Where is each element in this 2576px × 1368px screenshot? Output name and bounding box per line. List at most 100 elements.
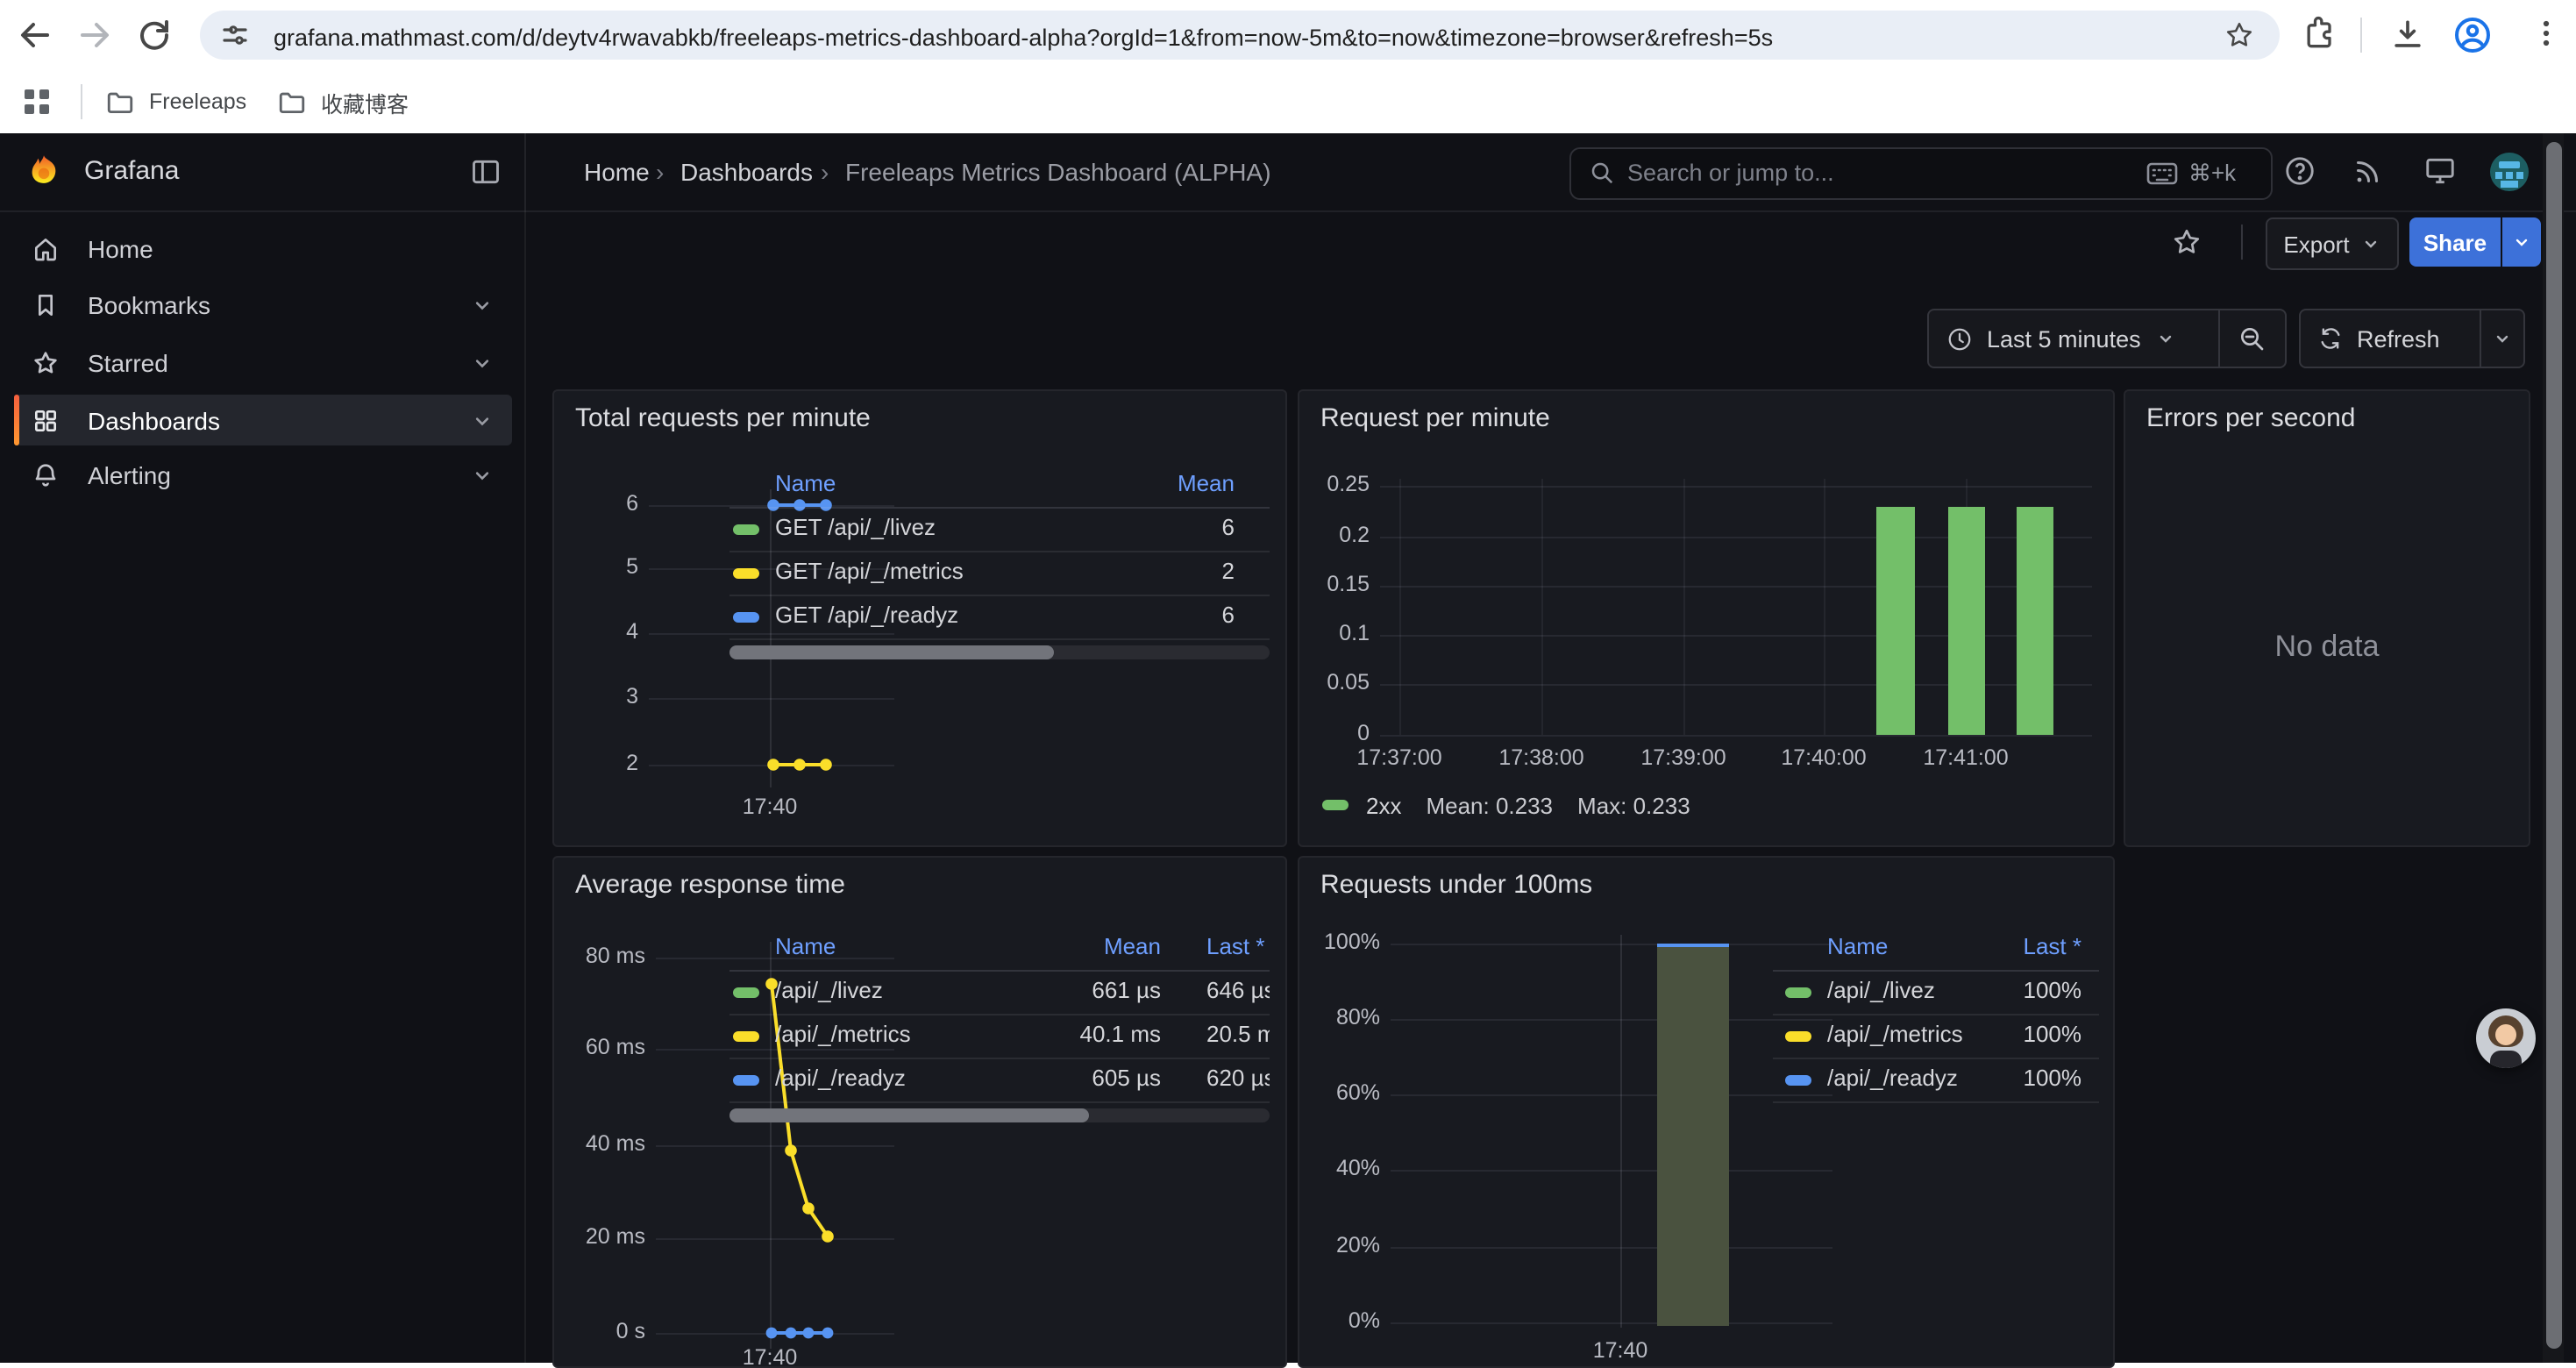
refresh-interval-button[interactable]	[2481, 310, 2523, 367]
sidebar-item-home[interactable]: Home	[14, 228, 512, 270]
legend-row[interactable]: /api/_/readyz 100%	[1773, 1058, 2099, 1103]
refresh-button[interactable]: Refresh	[2301, 325, 2480, 352]
search-input[interactable]: Search or jump to... ⌘+k	[1569, 147, 2273, 200]
favorite-star-icon[interactable]	[2171, 226, 2202, 258]
legend-row[interactable]: GET /api/_/metrics 2	[729, 551, 1270, 596]
apps-grid-icon[interactable]	[21, 86, 53, 118]
series-color-pill[interactable]	[1785, 987, 1811, 998]
reload-icon[interactable]	[133, 14, 175, 56]
area-series[interactable]	[1657, 944, 1729, 1326]
profile-icon[interactable]	[2451, 14, 2494, 56]
share-button[interactable]: Share	[2409, 217, 2501, 267]
chevron-down-icon[interactable]	[470, 463, 495, 488]
chevron-down-icon[interactable]	[470, 408, 495, 432]
sidebar-item-alerting[interactable]: Alerting	[14, 454, 512, 496]
panel-requests-under-100ms[interactable]: Requests under 100ms 100% 80% 60% 40% 20…	[1298, 856, 2115, 1368]
legend-col-last[interactable]: Last *	[1206, 933, 1265, 959]
legend-series-name[interactable]: /api/_/readyz	[1827, 1065, 1958, 1091]
legend-series-name[interactable]: GET /api/_/livez	[775, 514, 936, 540]
bookmark-folder-blogs[interactable]: 收藏博客	[277, 81, 409, 123]
panel-title[interactable]: Errors per second	[2146, 403, 2355, 433]
panel-title[interactable]: Request per minute	[1320, 403, 1550, 433]
legend-col-mean[interactable]: Mean	[1178, 470, 1235, 496]
series-color-pill[interactable]	[1785, 1075, 1811, 1086]
legend-row[interactable]: /api/_/metrics 100%	[1773, 1014, 2099, 1059]
download-icon[interactable]	[2388, 16, 2427, 54]
sidebar-item-bookmarks[interactable]: Bookmarks	[14, 284, 512, 326]
legend-row[interactable]: GET /api/_/readyz 6	[729, 595, 1270, 640]
series-color-pill[interactable]	[733, 568, 759, 579]
series-color-pill[interactable]	[733, 612, 759, 623]
bookmark-folder-freeleaps[interactable]: Freeleaps	[105, 81, 246, 123]
legend-col-mean[interactable]: Mean	[1084, 933, 1161, 959]
panel-title[interactable]: Average response time	[575, 870, 845, 900]
bar-2xx[interactable]	[2017, 507, 2053, 735]
legend-series-name[interactable]: /api/_/metrics	[775, 1021, 911, 1047]
series-color-pill[interactable]	[733, 1031, 759, 1042]
extensions-icon[interactable]	[2301, 14, 2339, 53]
help-icon[interactable]	[2283, 154, 2316, 188]
sidebar-toggle-icon[interactable]	[470, 156, 502, 188]
share-menu-button[interactable]	[2502, 217, 2541, 267]
legend-row[interactable]: /api/_/readyz 605 µs 620 µs	[729, 1058, 1270, 1103]
series-color-pill[interactable]	[733, 1075, 759, 1086]
legend-series-name[interactable]: /api/_/livez	[1827, 977, 1935, 1003]
legend-col-name[interactable]: Name	[1827, 933, 1888, 959]
legend-col-name[interactable]: Name	[775, 933, 836, 959]
legend-row[interactable]: /api/_/metrics 40.1 ms 20.5 ms	[729, 1014, 1270, 1059]
export-button[interactable]: Export	[2266, 217, 2399, 270]
bar-2xx[interactable]	[1948, 507, 1985, 735]
panel-title[interactable]: Requests under 100ms	[1320, 870, 1592, 900]
legend-series-name[interactable]: 2xx	[1366, 792, 1401, 818]
y-tick: 2	[568, 751, 638, 775]
monitor-icon[interactable]	[2423, 154, 2457, 188]
news-rss-icon[interactable]	[2352, 156, 2383, 188]
legend-scrollbar-thumb[interactable]	[729, 1108, 1089, 1122]
time-range-group: Last 5 minutes	[1927, 309, 2287, 368]
panel-title[interactable]: Total requests per minute	[575, 403, 871, 433]
url-input[interactable]	[270, 11, 2171, 63]
back-icon[interactable]	[14, 14, 56, 56]
assistant-avatar[interactable]	[2476, 1008, 2536, 1068]
legend-series-name[interactable]: /api/_/metrics	[1827, 1021, 1963, 1047]
legend-scrollbar[interactable]	[729, 1108, 1270, 1122]
series-color-pill[interactable]	[1785, 1031, 1811, 1042]
chevron-down-icon[interactable]	[470, 351, 495, 375]
series-color-pill[interactable]	[1322, 800, 1348, 810]
site-info-icon[interactable]	[221, 21, 249, 49]
browser-menu-icon[interactable]	[2527, 14, 2565, 53]
page-scrollbar-thumb[interactable]	[2545, 142, 2561, 1349]
forward-icon[interactable]	[74, 14, 116, 56]
breadcrumb-home[interactable]: Home	[584, 158, 650, 186]
legend-series-name[interactable]: GET /api/_/readyz	[775, 602, 958, 628]
panel-total-requests[interactable]: Total requests per minute 6 5 4 3 2 17:4…	[552, 389, 1287, 847]
legend-series-name[interactable]: /api/_/livez	[775, 977, 883, 1003]
breadcrumb-dashboards[interactable]: Dashboards	[680, 158, 813, 186]
panel-average-response-time[interactable]: Average response time 80 ms 60 ms 40 ms …	[552, 856, 1287, 1368]
legend-row[interactable]: GET /api/_/livez 6	[729, 507, 1270, 552]
legend-row[interactable]: /api/_/livez 100%	[1773, 970, 2099, 1015]
legend-scrollbar-thumb[interactable]	[729, 645, 1054, 659]
legend-col-name[interactable]: Name	[775, 470, 836, 496]
sidebar-item-starred[interactable]: Starred	[14, 342, 512, 384]
legend-row[interactable]: /api/_/livez 661 µs 646 µs	[729, 970, 1270, 1015]
legend-scrollbar[interactable]	[729, 645, 1270, 659]
bookmark-star-icon[interactable]	[2224, 19, 2255, 51]
series-color-pill[interactable]	[733, 987, 759, 998]
legend-mean-value: 605 µs	[1038, 1065, 1161, 1091]
chevron-down-icon[interactable]	[470, 293, 495, 317]
panel-errors-per-second[interactable]: Errors per second No data	[2124, 389, 2530, 847]
sidebar-item-dashboards[interactable]: Dashboards	[14, 399, 512, 441]
legend-series-name[interactable]: /api/_/readyz	[775, 1065, 906, 1091]
url-bar[interactable]	[200, 11, 2280, 60]
legend-last-value: 100%	[2024, 977, 2082, 1003]
legend-col-last[interactable]: Last *	[2024, 933, 2082, 959]
legend-series-name[interactable]: GET /api/_/metrics	[775, 558, 964, 584]
user-avatar[interactable]	[2490, 153, 2529, 191]
panel-request-per-minute[interactable]: Request per minute 0.25 0.2 0.15 0.1 0.0…	[1298, 389, 2115, 847]
time-range-picker[interactable]: Last 5 minutes	[1929, 325, 2217, 352]
series-color-pill[interactable]	[733, 524, 759, 535]
zoom-out-button[interactable]	[2219, 310, 2285, 367]
grafana-logo[interactable]	[25, 153, 63, 191]
bar-2xx[interactable]	[1876, 507, 1915, 735]
